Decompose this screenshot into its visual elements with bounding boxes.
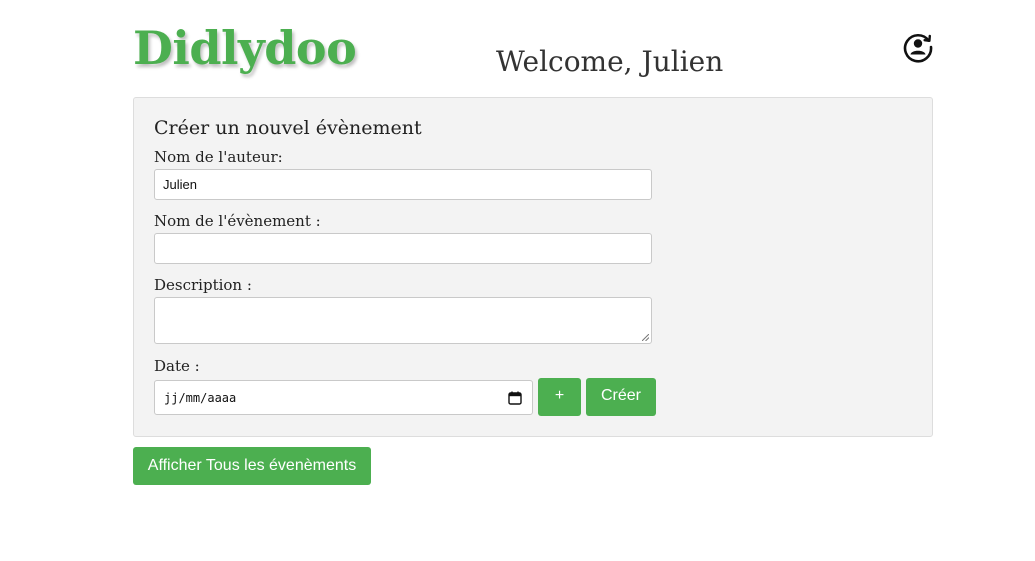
event-name-label: Nom de l'évènement : [154, 212, 321, 230]
description-textarea[interactable] [154, 297, 652, 344]
date-label: Date : [154, 357, 200, 375]
app-logo: Didlydoo [133, 21, 357, 75]
create-event-button[interactable]: Créer [586, 378, 656, 416]
author-label: Nom de l'auteur: [154, 148, 283, 166]
date-input[interactable]: jj/mm/aaaa [154, 380, 533, 415]
event-name-input[interactable] [154, 233, 652, 264]
user-circle-refresh-icon [903, 33, 933, 63]
calendar-icon[interactable] [508, 391, 522, 405]
resize-grip-icon[interactable] [642, 334, 649, 341]
description-label: Description : [154, 276, 252, 294]
welcome-message: Welcome, Julien [496, 45, 724, 78]
show-all-events-button[interactable]: Afficher Tous les évenèments [133, 447, 371, 485]
account-button[interactable] [902, 31, 934, 63]
date-placeholder: jj/mm/aaaa [164, 391, 237, 405]
create-event-panel: Créer un nouvel évènement Nom de l'auteu… [133, 97, 933, 437]
author-input[interactable] [154, 169, 652, 200]
add-date-button[interactable]: + [538, 378, 581, 416]
form-title: Créer un nouvel évènement [154, 117, 422, 139]
